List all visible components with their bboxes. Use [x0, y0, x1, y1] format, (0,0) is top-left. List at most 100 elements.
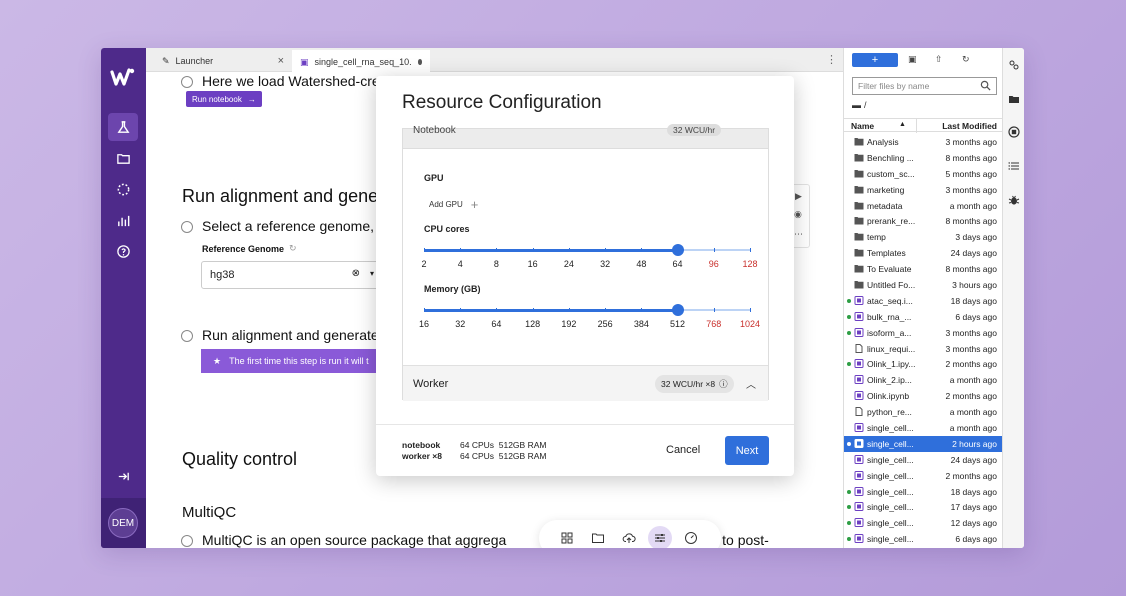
file-row[interactable]: Analysis 3 months ago [844, 134, 1003, 150]
file-name: Olink_1.ipy... [867, 359, 916, 370]
file-row[interactable]: marketing 3 months ago [844, 182, 1003, 198]
file-row[interactable]: single_cell... 6 days ago [844, 531, 1003, 547]
grid-icon[interactable] [555, 526, 579, 548]
file-row[interactable]: single_cell... 2 hours ago [844, 435, 1003, 452]
refresh-icon[interactable]: ↻ [962, 54, 970, 65]
step-radio[interactable] [181, 76, 193, 88]
column-modified-header[interactable]: Last Modified [942, 121, 997, 131]
file-row[interactable]: single_cell... 2 months ago [844, 468, 1003, 484]
column-name-header[interactable]: Name [851, 121, 874, 131]
file-name: single_cell... [867, 438, 914, 449]
file-modified: 8 months ago [945, 264, 997, 275]
upload-icon[interactable]: ⇧ [935, 54, 943, 65]
file-row[interactable]: single_cell... 12 days ago [844, 515, 1003, 531]
cloud-upload-icon[interactable] [617, 526, 641, 548]
file-modified: 24 days ago [950, 454, 997, 465]
folder-icon [854, 169, 864, 178]
file-row[interactable]: To Evaluate 8 months ago [844, 261, 1003, 277]
cpu-slider-thumb[interactable] [671, 244, 684, 256]
file-modified: 3 days ago [955, 232, 997, 243]
memory-label: Memory (GB) [424, 284, 481, 294]
file-row[interactable]: single_cell... 24 days ago [844, 452, 1003, 468]
file-row[interactable]: atac_seq.i... 18 days ago [844, 293, 1003, 309]
eye-icon[interactable]: ◉ [794, 209, 802, 220]
chevron-down-icon[interactable]: ▾ [370, 269, 374, 278]
file-row[interactable]: Olink_2.ip... a month ago [844, 372, 1003, 388]
folder-icon[interactable] [586, 526, 610, 548]
gauge-icon[interactable] [679, 526, 703, 548]
cpu-slider[interactable] [424, 243, 751, 257]
file-modified: 5 months ago [945, 168, 997, 179]
cpu-slider-tick-mark [641, 248, 643, 252]
running-dot-icon [847, 298, 851, 303]
file-row[interactable]: Benchling ... 8 months ago [844, 150, 1003, 166]
list-icon[interactable] [1008, 160, 1020, 172]
memory-slider-thumb[interactable] [671, 304, 684, 316]
new-launcher-button[interactable]: + [852, 53, 898, 67]
file-row[interactable]: prerank_re... 8 months ago [844, 213, 1003, 229]
step-radio[interactable] [181, 535, 193, 547]
tab-launcher[interactable]: ✎ Launcher × [154, 50, 292, 72]
file-row[interactable]: single_cell... 18 days ago [844, 484, 1003, 500]
worker-section-header[interactable]: Worker 32 WCU/hr ×8 ⓘ ︿ [403, 365, 768, 401]
more-icon[interactable]: ⋯ [794, 229, 803, 240]
more-icon[interactable]: ⋮ [826, 53, 837, 66]
file-modified: a month ago [949, 407, 997, 418]
memory-slider[interactable] [424, 303, 751, 317]
tab-notebook[interactable]: ▣ single_cell_rna_seq_10. [292, 50, 430, 72]
add-gpu-button[interactable]: Add GPU + [429, 197, 478, 212]
file-row[interactable]: isoform_a... 3 months ago [844, 325, 1003, 341]
help-icon[interactable]: ⓘ [719, 378, 728, 390]
file-row[interactable]: metadata a month ago [844, 198, 1003, 214]
file-row[interactable]: Olink.ipynb 2 months ago [844, 388, 1003, 404]
cancel-button[interactable]: Cancel [666, 444, 700, 456]
notebook-section-header[interactable]: Notebook 32 WCU/hr [403, 124, 768, 149]
file-row[interactable]: Olink_1.ipy... 2 months ago [844, 356, 1003, 372]
folder-icon[interactable] [108, 144, 138, 172]
collapse-icon[interactable] [108, 462, 138, 490]
app-logo [110, 68, 135, 86]
file-modified: 8 months ago [945, 216, 997, 227]
refresh-icon[interactable]: ↻ [289, 243, 297, 254]
avatar[interactable]: DEM [108, 508, 138, 538]
notebook-icon [854, 359, 864, 369]
folder-icon[interactable] [1008, 93, 1020, 105]
select-value: hg38 [210, 269, 235, 281]
stop-icon[interactable] [1008, 126, 1020, 138]
play-icon[interactable]: ▶ [795, 191, 802, 202]
file-row[interactable]: bulk_rna_... 6 days ago [844, 309, 1003, 325]
file-row[interactable]: Untitled Fo... 3 hours ago [844, 277, 1003, 293]
step-radio[interactable] [181, 330, 193, 342]
step-radio[interactable] [181, 221, 193, 233]
spinner-icon[interactable] [108, 175, 138, 203]
file-row[interactable]: temp 3 days ago [844, 229, 1003, 245]
bar-chart-icon[interactable] [108, 206, 138, 234]
file-row[interactable]: python_re... a month ago [844, 404, 1003, 420]
file-row[interactable]: single_cell... a month ago [844, 420, 1003, 436]
filter-input[interactable]: Filter files by name [852, 77, 997, 95]
file-row[interactable]: linux_requi... 3 months ago [844, 341, 1003, 357]
run-notebook-button[interactable]: Run notebook → [186, 91, 262, 107]
sliders-icon[interactable] [648, 526, 672, 548]
breadcrumb[interactable]: ▬ / [852, 100, 867, 110]
cpu-slider-tick-mark [713, 248, 715, 252]
clear-icon[interactable]: ⊗ [352, 268, 360, 279]
bottom-dock [539, 520, 721, 548]
chevron-up-icon[interactable]: ︿ [746, 376, 756, 391]
divider [376, 424, 794, 425]
file-name: metadata [867, 200, 903, 211]
new-folder-icon[interactable]: ▣ [908, 54, 917, 65]
next-button[interactable]: Next [725, 436, 769, 465]
cpu-slider-tick-mark [496, 248, 498, 252]
column-divider [916, 119, 917, 133]
reference-genome-select[interactable]: hg38 ⊗ ▾ [201, 261, 381, 289]
cpu-slider-fill [424, 249, 678, 252]
file-row[interactable]: Templates 24 days ago [844, 245, 1003, 261]
property-inspector-icon[interactable] [1008, 59, 1020, 71]
help-icon[interactable] [108, 237, 138, 265]
file-row[interactable]: single_cell... 17 days ago [844, 499, 1003, 515]
debugger-bug-icon[interactable] [1008, 194, 1020, 206]
file-row[interactable]: custom_sc... 5 months ago [844, 166, 1003, 182]
close-icon[interactable]: × [278, 55, 284, 67]
flask-icon[interactable] [108, 113, 138, 141]
